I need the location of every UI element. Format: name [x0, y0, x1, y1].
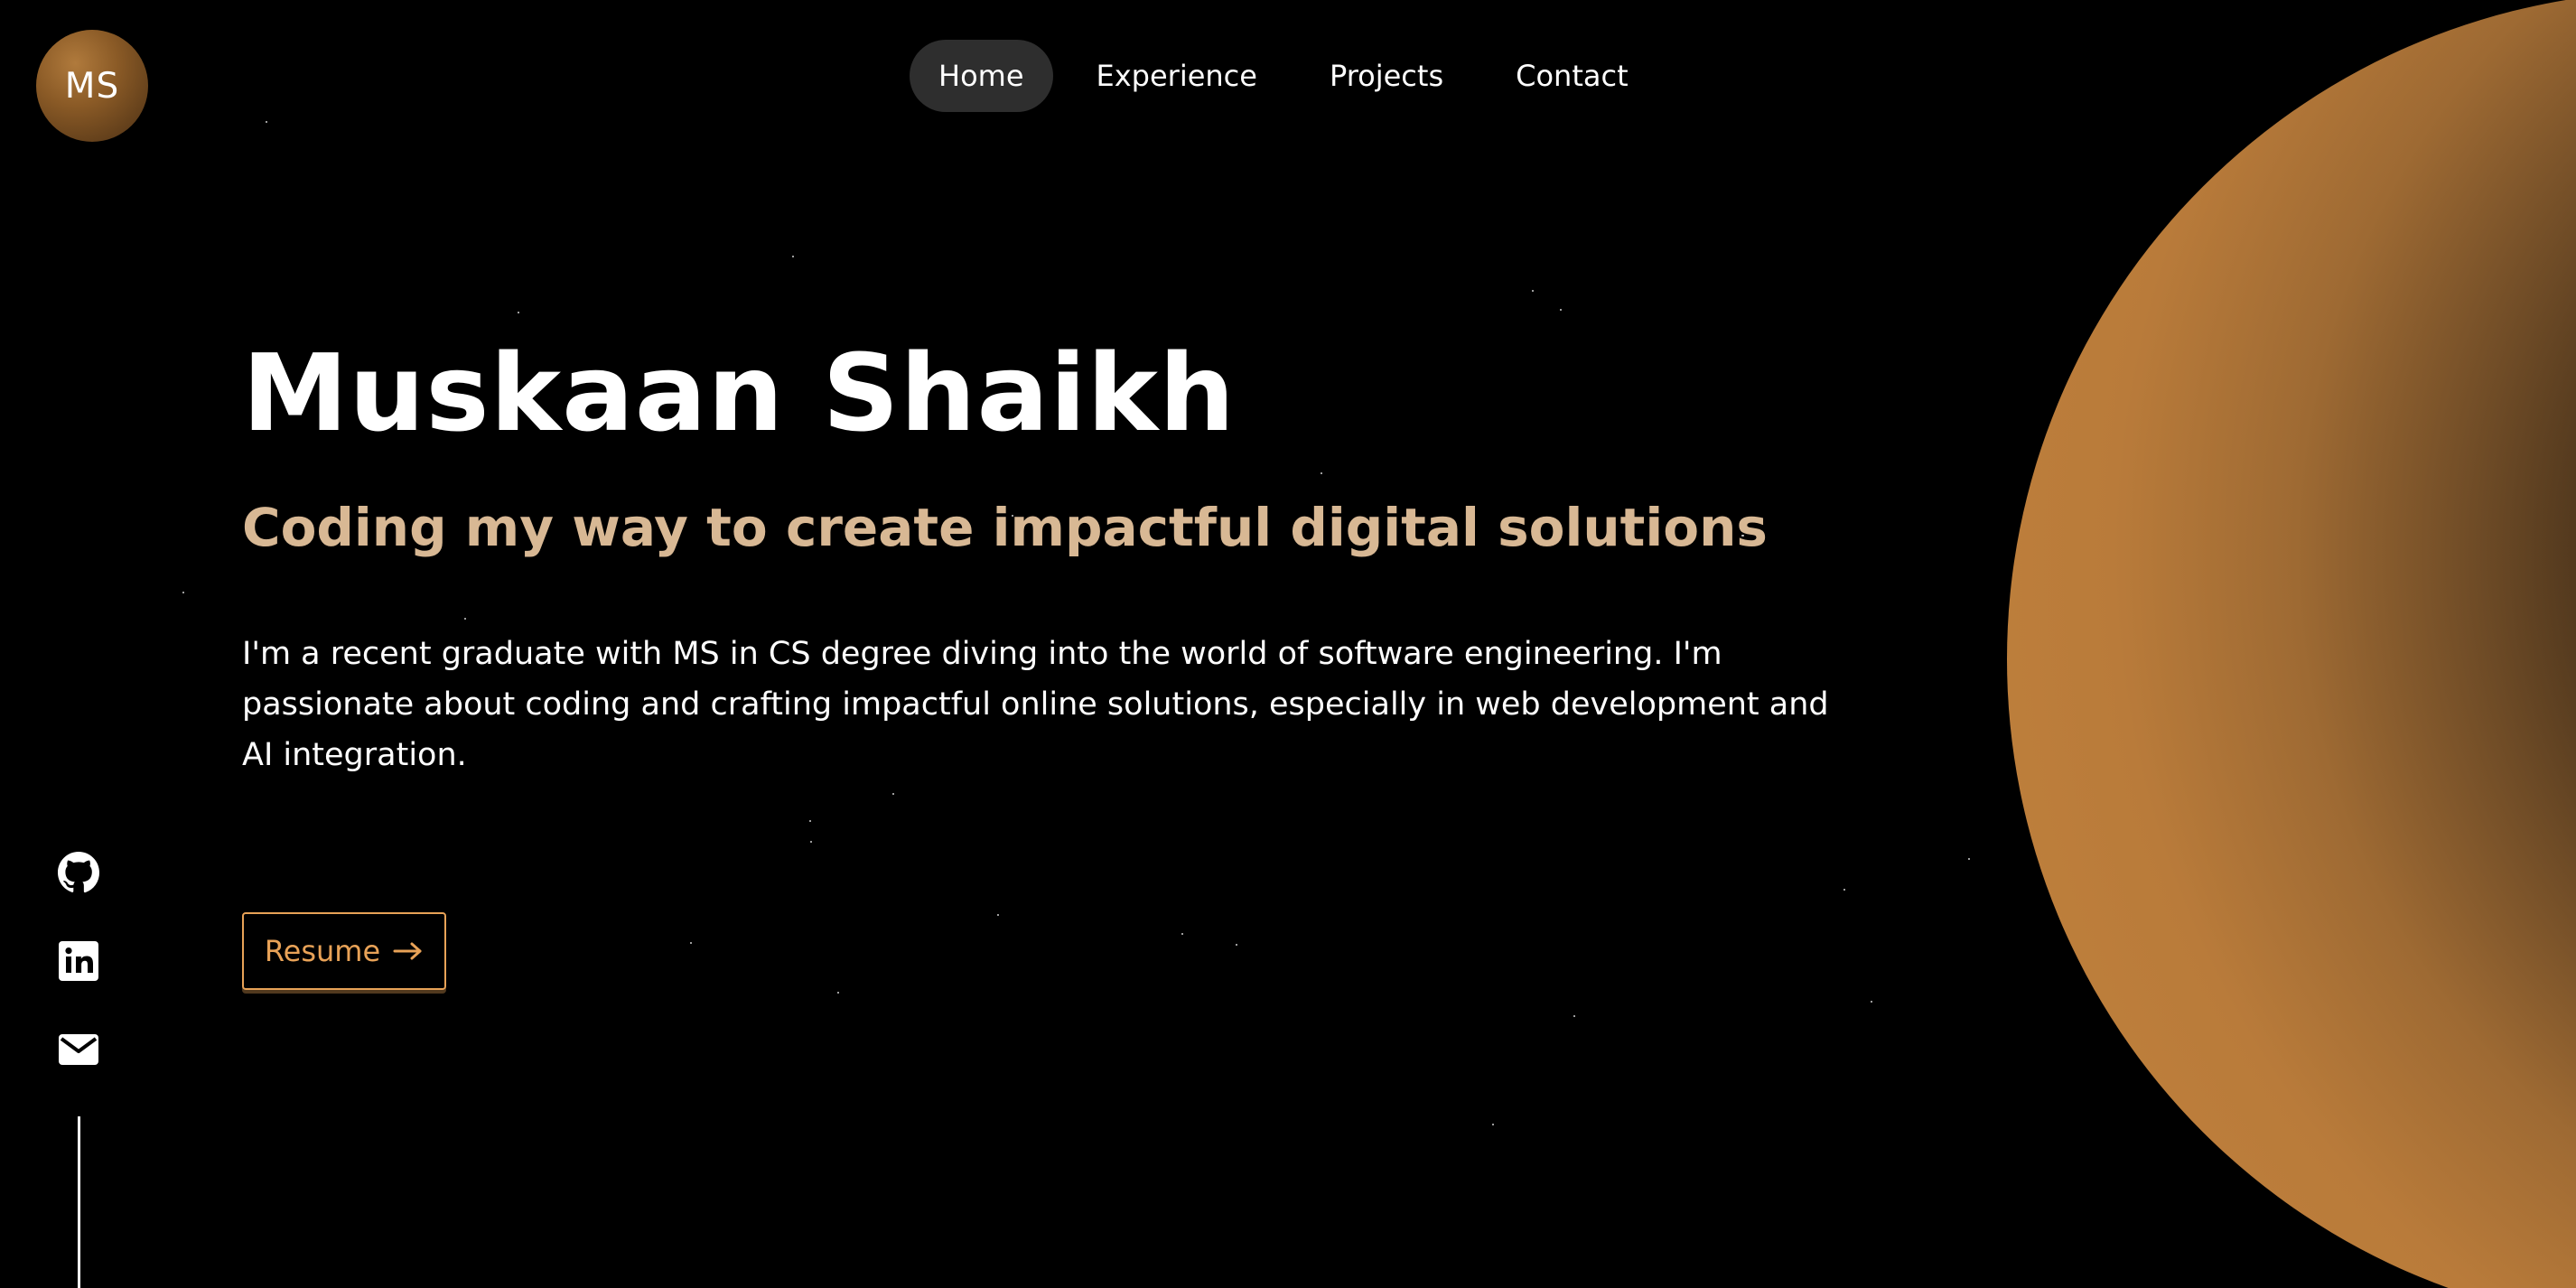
star — [892, 793, 894, 795]
star — [518, 312, 519, 313]
nav-projects[interactable]: Projects — [1301, 40, 1472, 112]
star — [182, 592, 184, 593]
star — [464, 618, 466, 620]
star — [1492, 1124, 1494, 1125]
logo[interactable]: MS — [36, 30, 148, 142]
star — [1181, 933, 1183, 935]
linkedin-icon[interactable] — [57, 939, 100, 983]
star — [809, 820, 811, 822]
star — [690, 942, 692, 944]
planet-graphic — [2007, 0, 2576, 1288]
star — [1236, 944, 1237, 946]
logo-initials: MS — [64, 65, 120, 107]
star — [1532, 290, 1534, 292]
main-nav: Home Experience Projects Contact — [910, 40, 1657, 112]
nav-contact[interactable]: Contact — [1487, 40, 1657, 112]
star — [792, 256, 794, 257]
hero-tagline: Coding my way to create impactful digita… — [242, 497, 1768, 558]
hero-bio: I'm a recent graduate with MS in CS degr… — [242, 636, 1829, 773]
github-icon[interactable] — [57, 851, 100, 894]
star — [1871, 1001, 1872, 1003]
star — [997, 914, 999, 916]
star — [1843, 889, 1845, 891]
star — [266, 121, 267, 123]
star — [1560, 309, 1562, 311]
star — [1321, 472, 1322, 474]
star — [810, 841, 812, 843]
page: MS Home Experience Projects Contact Musk… — [0, 0, 2576, 1288]
star — [1573, 1015, 1575, 1017]
resume-label: Resume — [264, 934, 381, 968]
resume-button[interactable]: Resume — [242, 912, 446, 990]
social-divider-line — [78, 1116, 80, 1288]
hero-name: Muskaan Shaikh — [242, 331, 1237, 455]
nav-home[interactable]: Home — [910, 40, 1053, 112]
nav-experience[interactable]: Experience — [1068, 40, 1286, 112]
arrow-right-icon — [393, 942, 422, 960]
mail-icon[interactable] — [57, 1028, 100, 1071]
star — [837, 992, 839, 994]
star — [1968, 858, 1970, 860]
